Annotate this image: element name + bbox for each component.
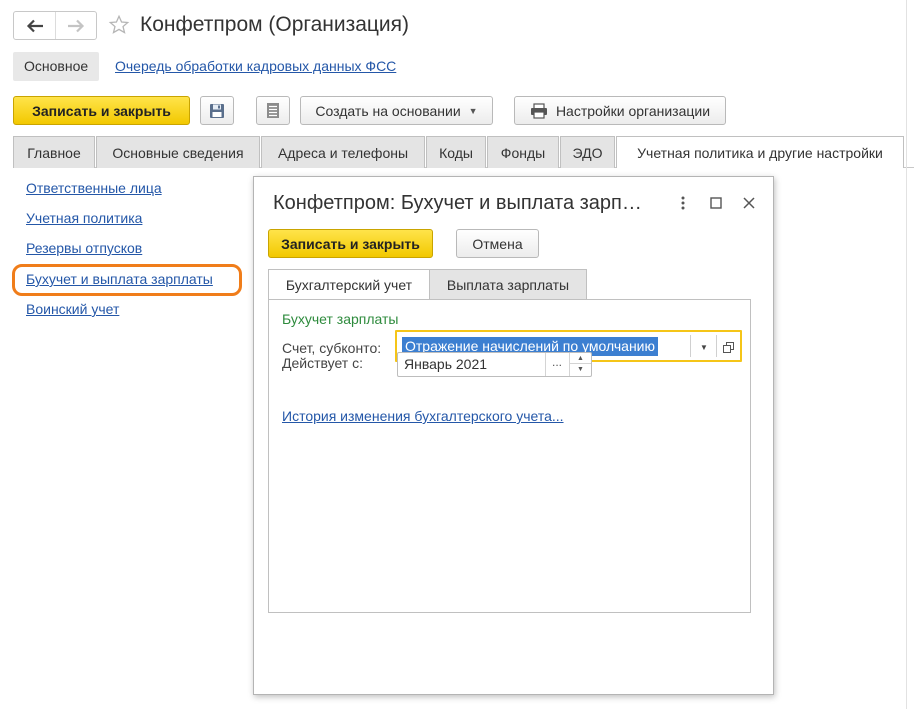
page-title: Конфетпром (Организация) xyxy=(140,13,410,36)
sidebar-item-military-registration[interactable]: Воинский учет xyxy=(26,301,119,317)
sidebar-item-responsible-persons[interactable]: Ответственные лица xyxy=(26,180,162,196)
close-icon[interactable] xyxy=(738,192,760,214)
navigation-buttons xyxy=(13,11,97,40)
tab-basic-info[interactable]: Основные сведения xyxy=(96,136,260,168)
tab-main[interactable]: Главное xyxy=(13,136,95,168)
separator xyxy=(716,335,717,357)
cancel-button[interactable]: Отмена xyxy=(456,229,539,258)
group-label-salary-accounting: Бухучет зарплаты xyxy=(282,311,399,327)
tab-edo[interactable]: ЭДО xyxy=(560,136,615,168)
accounting-history-link[interactable]: История изменения бухгалтерского учета..… xyxy=(282,408,564,424)
separator xyxy=(690,335,691,357)
arrow-right-icon xyxy=(68,19,85,32)
create-based-on-button[interactable]: Создать на основании ▼ xyxy=(300,96,493,125)
window-edge xyxy=(906,0,907,709)
open-form-icon[interactable] xyxy=(718,336,738,358)
save-and-close-label: Записать и закрыть xyxy=(32,102,171,119)
report-list-button[interactable] xyxy=(256,96,290,125)
valid-from-label: Действует с: xyxy=(282,355,363,371)
organization-settings-button[interactable]: Настройки организации xyxy=(514,96,726,125)
spin-down-icon[interactable]: ▼ xyxy=(570,364,591,375)
forward-button[interactable] xyxy=(55,12,96,39)
tab-salary-payment[interactable]: Выплата зарплаты xyxy=(429,269,587,300)
organization-settings-label: Настройки организации xyxy=(555,102,711,119)
save-button[interactable] xyxy=(200,96,234,125)
tab-funds[interactable]: Фонды xyxy=(487,136,559,168)
favorite-star-icon[interactable] xyxy=(108,14,130,36)
valid-from-field[interactable]: Январь 2021 ... ▲ ▼ xyxy=(397,352,592,377)
account-label: Счет, субконто: xyxy=(282,340,382,356)
accounting-panel: Бухучет зарплаты Счет, субконто: Отражен… xyxy=(268,299,751,613)
tab-codes[interactable]: Коды xyxy=(426,136,486,168)
maximize-icon[interactable] xyxy=(705,192,727,214)
chevron-down-icon: ▼ xyxy=(468,105,478,116)
select-period-button[interactable]: ... xyxy=(546,355,568,369)
dialog-save-and-close-label: Записать и закрыть xyxy=(281,235,420,252)
document-list-icon xyxy=(267,103,279,118)
sidebar-item-salary-accounting[interactable]: Бухучет и выплата зарплаты xyxy=(26,271,213,287)
dropdown-arrow-icon[interactable]: ▼ xyxy=(693,336,715,358)
create-based-on-label: Создать на основании xyxy=(315,102,461,119)
fss-queue-link[interactable]: Очередь обработки кадровых данных ФСС xyxy=(115,58,396,74)
arrow-left-icon xyxy=(26,19,43,32)
valid-from-value: Январь 2021 xyxy=(404,356,488,372)
tab-accounting-policy[interactable]: Учетная политика и другие настройки xyxy=(616,136,904,168)
period-spinner: ▲ ▼ xyxy=(570,353,591,376)
cancel-label: Отмена xyxy=(472,235,523,252)
more-options-icon[interactable] xyxy=(672,192,694,214)
dialog-title: Конфетпром: Бухучет и выплата зарп… xyxy=(273,192,642,214)
tab-addresses-phones[interactable]: Адреса и телефоны xyxy=(261,136,425,168)
tab-main-section[interactable]: Основное xyxy=(13,52,100,81)
dialog-save-and-close-button[interactable]: Записать и закрыть xyxy=(268,229,433,258)
floppy-disk-icon xyxy=(210,103,224,118)
save-and-close-button[interactable]: Записать и закрыть xyxy=(13,96,190,125)
sidebar-item-vacation-reserves[interactable]: Резервы отпусков xyxy=(26,240,142,256)
spin-up-icon[interactable]: ▲ xyxy=(570,353,591,364)
printer-icon xyxy=(530,102,547,119)
salary-accounting-dialog: Конфетпром: Бухучет и выплата зарп… Запи… xyxy=(253,176,774,695)
back-button[interactable] xyxy=(14,12,55,39)
tab-accounting[interactable]: Бухгалтерский учет xyxy=(268,269,430,300)
sidebar-item-accounting-policy[interactable]: Учетная политика xyxy=(26,210,142,226)
